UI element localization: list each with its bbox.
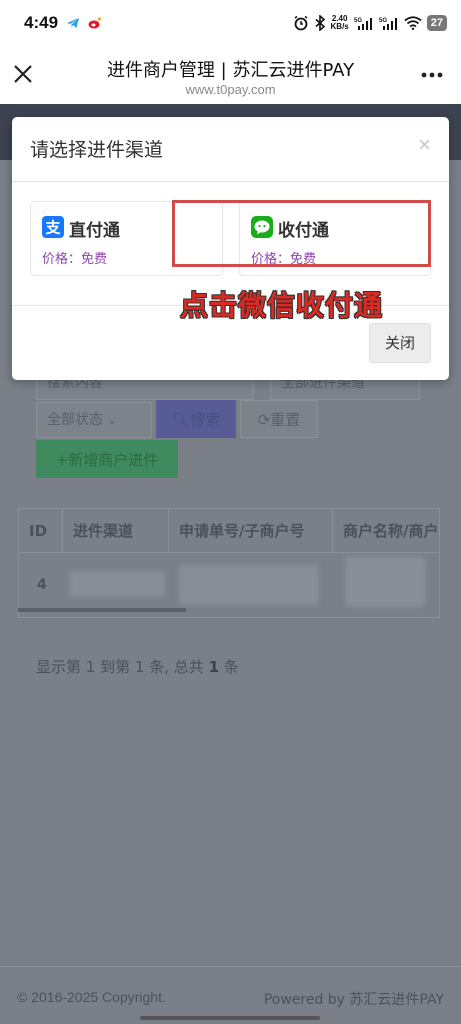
- battery-level: 27: [426, 15, 447, 31]
- merchant-table: ID 进件渠道 申请单号/子商户号 商户名称/商户 4: [18, 508, 440, 618]
- signal-icon-2: 5G: [379, 18, 397, 30]
- more-menu-icon[interactable]: [421, 72, 443, 78]
- search-icon: 🔍︎: [171, 411, 191, 429]
- alarm-icon: [294, 15, 307, 31]
- net-speed: 2.40 KB/s: [330, 14, 349, 31]
- modal-title: 请选择进件渠道: [30, 139, 164, 161]
- reset-button[interactable]: ⟳重置: [240, 400, 318, 438]
- divider: [12, 181, 449, 182]
- home-indicator[interactable]: [140, 1016, 320, 1020]
- wifi-icon: [404, 16, 422, 30]
- pagination-info: 显示第 1 到第 1 条, 总共 1 条: [36, 658, 239, 676]
- blurred-merchant-cell: [345, 557, 425, 607]
- modal-close-icon[interactable]: ×: [418, 132, 431, 158]
- col-header-merchant-name: 商户名称/商户: [333, 509, 439, 553]
- weibo-icon: [88, 17, 102, 29]
- blurred-channel-cell: [69, 571, 165, 597]
- add-merchant-button[interactable]: +新增商户进件: [36, 440, 178, 478]
- telegram-icon: [67, 18, 80, 28]
- status-time: 4:49: [24, 13, 59, 32]
- col-header-channel: 进件渠道: [63, 509, 169, 553]
- svg-text:5G: 5G: [379, 18, 387, 24]
- page-url: www.t0pay.com: [185, 82, 276, 97]
- col-header-id: ID: [19, 509, 63, 553]
- browser-title-bar: 进件商户管理 | 苏汇云进件PAY www.t0pay.com: [0, 46, 461, 104]
- table-scrollbar[interactable]: [18, 608, 186, 612]
- status-filter-select[interactable]: 全部状态 ⌄: [36, 402, 152, 438]
- channel-price: 价格：免费: [42, 252, 108, 267]
- page-title: 进件商户管理 | 苏汇云进件PAY: [106, 60, 355, 81]
- search-button[interactable]: 🔍︎搜索: [156, 400, 236, 438]
- bluetooth-icon: [314, 15, 325, 31]
- svg-text:5G: 5G: [354, 18, 362, 24]
- annotation-highlight-box: [172, 200, 431, 267]
- signal-icon-1: 5G: [354, 18, 372, 30]
- alipay-icon: 支: [42, 216, 64, 238]
- blurred-order-cell: [179, 565, 319, 605]
- refresh-icon: ⟳: [257, 411, 271, 429]
- svg-text:支: 支: [44, 219, 61, 237]
- powered-by-text: Powered by 苏汇云进件PAY: [263, 992, 444, 1008]
- status-bar: 4:49 2.40 KB/s 5G 5G 27: [0, 0, 461, 46]
- copyright-text: © 2016-2025 Copyright.: [17, 989, 166, 1005]
- plus-icon: +: [55, 451, 69, 469]
- channel-name: 直付通: [69, 221, 120, 241]
- col-header-order-no: 申请单号/子商户号: [169, 509, 333, 553]
- annotation-text: 点击微信收付通: [180, 289, 384, 322]
- modal-close-button[interactable]: 关闭: [369, 323, 431, 363]
